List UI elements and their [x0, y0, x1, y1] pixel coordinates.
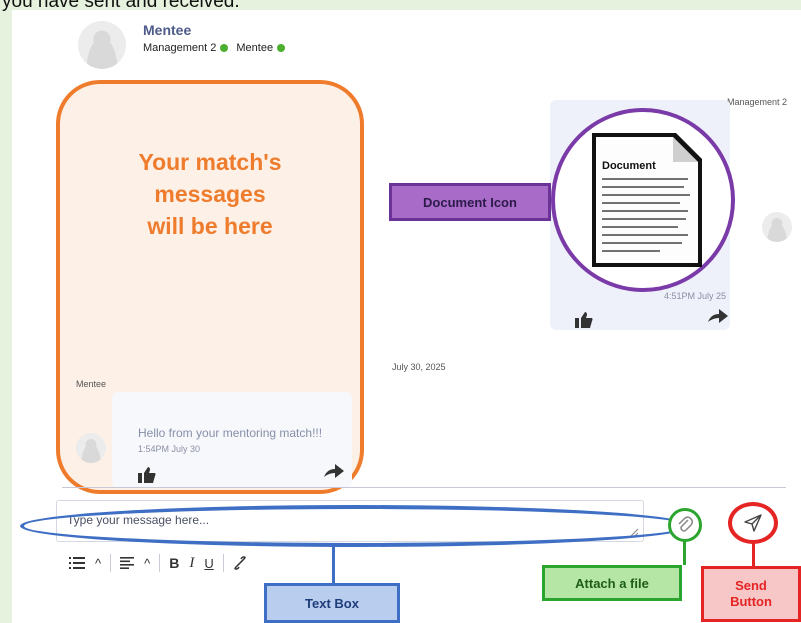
- attach-file-pointer: [683, 541, 686, 565]
- send-button-pointer: [752, 543, 755, 566]
- send-button-annotation: Send Button: [701, 566, 801, 622]
- caret-up-icon[interactable]: ^: [90, 556, 106, 571]
- date-separator: July 30, 2025: [392, 362, 446, 372]
- attach-file-annotation: Attach a file: [542, 565, 682, 601]
- toolbar-separator: [222, 554, 224, 572]
- online-dot: [277, 44, 286, 52]
- composer-divider: [62, 487, 786, 488]
- text-box-pointer: [332, 545, 335, 583]
- incoming-message-time: 1:54PM July 30: [138, 444, 201, 454]
- paperclip-icon: [678, 516, 693, 532]
- online-dot: [220, 44, 229, 52]
- forward-icon[interactable]: [323, 463, 345, 479]
- header-roles: Management 2 Mentee: [143, 42, 286, 54]
- incoming-message-text: Hello from your mentoring match!!!: [138, 426, 323, 440]
- document-icon[interactable]: Document: [580, 125, 712, 275]
- right-sender-avatar: [762, 212, 792, 242]
- formatting-toolbar: ^ ^ B I U: [64, 552, 252, 574]
- left-sender-label: Mentee: [76, 379, 107, 389]
- match-messages-annotation: Your match's messages will be here: [138, 149, 282, 239]
- toolbar-separator: [110, 554, 112, 572]
- forward-icon[interactable]: [707, 308, 729, 324]
- role-mentee: Mentee: [236, 42, 274, 54]
- send-icon: [744, 514, 762, 532]
- toolbar-separator: [159, 554, 161, 572]
- thumbs-up-icon[interactable]: [137, 466, 157, 484]
- align-icon[interactable]: [115, 557, 139, 569]
- bold-button[interactable]: B: [164, 555, 184, 571]
- document-icon-title: Document: [602, 160, 656, 172]
- right-message-time: 4:51PM July 25: [664, 291, 727, 301]
- left-sender-avatar: [76, 433, 106, 463]
- attach-file-button[interactable]: [668, 508, 702, 542]
- header-name: Mentee: [143, 22, 192, 38]
- right-sender-label: Management 2: [727, 97, 788, 107]
- thumbs-up-icon[interactable]: [574, 311, 594, 329]
- send-button[interactable]: [728, 502, 778, 544]
- link-icon[interactable]: [228, 556, 252, 570]
- caret-up-icon[interactable]: ^: [139, 556, 155, 571]
- list-icon[interactable]: [64, 557, 90, 569]
- underline-button[interactable]: U: [199, 556, 218, 571]
- header-avatar: [78, 21, 126, 69]
- italic-button[interactable]: I: [184, 555, 199, 572]
- text-box-highlight: [20, 505, 692, 547]
- text-box-annotation: Text Box: [264, 583, 400, 623]
- document-icon-annotation: Document Icon: [389, 183, 551, 221]
- role-management: Management 2: [143, 42, 217, 54]
